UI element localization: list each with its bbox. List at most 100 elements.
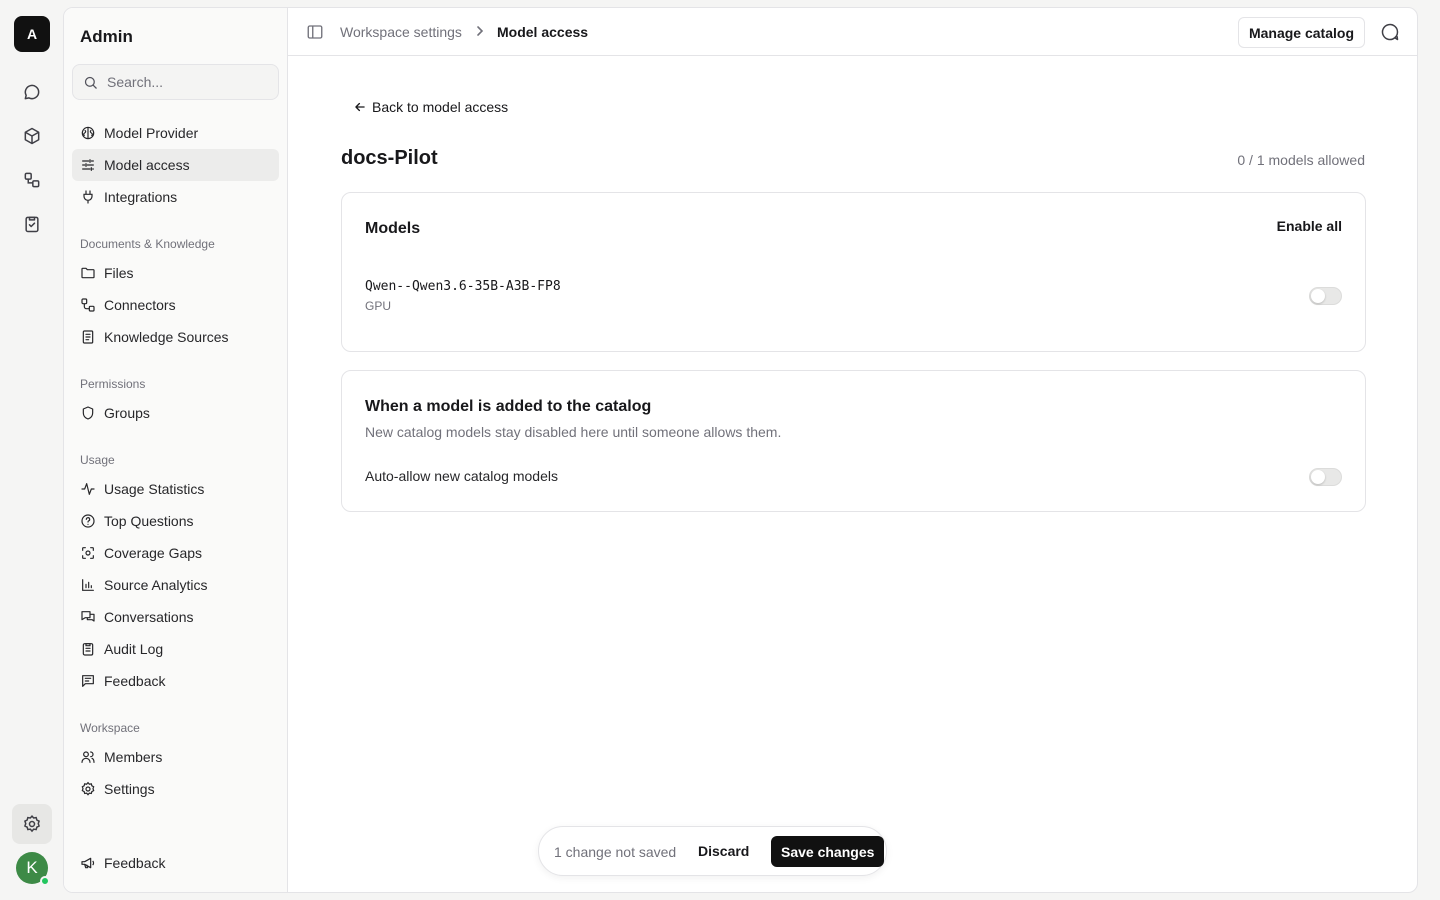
chevron-right-icon	[477, 26, 484, 36]
sidebar-item-groups[interactable]: Groups	[72, 397, 279, 429]
section-title-workspace: Workspace	[80, 721, 140, 735]
chat-icon	[24, 84, 40, 100]
workspace-logo[interactable]: A	[14, 16, 50, 52]
folder-icon	[81, 267, 95, 279]
sidebar-item-files[interactable]: Files	[72, 257, 279, 289]
catalog-heading: When a model is added to the catalog	[365, 398, 652, 415]
allowed-count: 0 / 1 models allowed	[1237, 152, 1365, 168]
plug-icon	[83, 190, 93, 204]
breadcrumb-model-access: Model access	[497, 24, 589, 40]
section-title-documents: Documents & Knowledge	[80, 237, 215, 251]
sidebar-item-coverage-gaps[interactable]: Coverage Gaps	[72, 537, 279, 569]
catalog-card: When a model is added to the catalog New…	[341, 370, 1366, 512]
megaphone-icon	[81, 857, 95, 869]
sidebar-item-label: Conversations	[104, 609, 194, 625]
auto-allow-label: Auto-allow new catalog models	[365, 468, 558, 484]
bar-chart-icon	[82, 579, 94, 591]
scan-icon	[82, 547, 94, 559]
sidebar-item-audit-log[interactable]: Audit Log	[72, 633, 279, 665]
chat-nav-button[interactable]	[12, 72, 52, 112]
online-status-dot	[40, 876, 50, 886]
sliders-icon	[82, 159, 94, 171]
box-icon	[24, 127, 40, 145]
sidebar-item-members[interactable]: Members	[72, 741, 279, 773]
sidebar-item-label: Integrations	[104, 189, 178, 205]
models-heading: Models	[365, 220, 421, 237]
sidebar-item-integrations[interactable]: Integrations	[72, 181, 279, 213]
workflow-nav-button[interactable]	[12, 160, 52, 200]
gear-icon	[23, 814, 41, 833]
sidebar-footer-feedback[interactable]: Feedback	[72, 847, 279, 879]
sidebar-item-label: Source Analytics	[104, 577, 208, 593]
sidebar-item-source-analytics[interactable]: Source Analytics	[72, 569, 279, 601]
settings-icon	[81, 781, 95, 796]
book-icon	[82, 330, 94, 344]
model-type: GPU	[365, 299, 392, 313]
model-name: Qwen--Qwen3.6-35B-A3B-FP8	[365, 279, 561, 294]
sidebar-item-label: Settings	[104, 781, 155, 797]
sidebar-item-label: Knowledge Sources	[104, 329, 229, 345]
chat-bubble-icon[interactable]	[1380, 22, 1400, 42]
sidebar-item-usage-statistics[interactable]: Usage Statistics	[72, 473, 279, 505]
app-rail: A K	[0, 0, 64, 900]
clipboard-check-icon	[25, 216, 39, 233]
models-card: Models Enable all Qwen--Qwen3.6-35B-A3B-…	[341, 192, 1366, 352]
settings-nav-button[interactable]	[12, 804, 52, 844]
arrow-left-icon	[355, 102, 365, 112]
section-title-usage: Usage	[80, 453, 115, 467]
search-icon	[84, 76, 97, 89]
shield-icon	[82, 406, 94, 420]
messages-icon	[81, 611, 95, 622]
sidebar-item-label: Feedback	[104, 855, 166, 871]
sidebar-item-connectors[interactable]: Connectors	[72, 289, 279, 321]
user-avatar[interactable]: K	[16, 852, 50, 886]
model-toggle[interactable]	[1309, 287, 1342, 305]
sidebar-title: Admin	[80, 27, 133, 46]
manage-catalog-button[interactable]: Manage catalog	[1237, 17, 1365, 48]
catalog-description: New catalog models stay disabled here un…	[365, 424, 782, 440]
top-bar: Workspace settings Model access Manage c…	[288, 8, 1417, 56]
sidebar-item-conversations[interactable]: Conversations	[72, 601, 279, 633]
enable-all-button[interactable]: Enable all	[1277, 218, 1342, 234]
back-link-label: Back to model access	[372, 99, 509, 115]
brain-icon	[81, 126, 95, 140]
sidebar-item-label: Groups	[104, 405, 150, 421]
workflow-icon	[24, 172, 40, 188]
message-square-icon	[82, 675, 94, 687]
sidebar-item-label: Connectors	[104, 297, 176, 313]
sidebar-search[interactable]	[72, 64, 279, 100]
sidebar-item-label: Model Provider	[104, 125, 199, 141]
sidebar-item-label: Files	[104, 265, 134, 281]
activity-icon	[81, 483, 95, 495]
discard-button[interactable]: Discard	[698, 843, 749, 859]
clipboard-list-icon	[82, 643, 94, 656]
box-nav-button[interactable]	[12, 116, 52, 156]
admin-sidebar: Admin Model Provider Model access Integr…	[64, 8, 288, 892]
search-input[interactable]	[107, 74, 267, 90]
sidebar-item-model-provider[interactable]: Model Provider	[72, 117, 279, 149]
help-circle-icon	[81, 514, 95, 528]
back-to-model-access-link[interactable]: Back to model access	[353, 99, 508, 115]
sidebar-item-top-questions[interactable]: Top Questions	[72, 505, 279, 537]
sidebar-item-knowledge-sources[interactable]: Knowledge Sources	[72, 321, 279, 353]
breadcrumb-workspace-settings[interactable]: Workspace settings	[340, 24, 462, 40]
unsaved-status: 1 change not saved	[554, 844, 677, 860]
sidebar-item-model-access[interactable]: Model access	[72, 149, 279, 181]
unsaved-changes-bar: 1 change not saved Discard Save changes	[538, 826, 887, 876]
page-title: docs-Pilot	[341, 147, 438, 169]
save-changes-button[interactable]: Save changes	[771, 836, 885, 867]
sidebar-item-label: Usage Statistics	[104, 481, 205, 497]
sidebar-toggle-icon[interactable]	[306, 23, 324, 41]
sidebar-item-label: Members	[104, 749, 163, 765]
section-title-permissions: Permissions	[80, 377, 146, 391]
sidebar-item-label: Model access	[104, 157, 190, 173]
avatar-initial: K	[26, 858, 38, 877]
sidebar-item-settings[interactable]: Settings	[72, 773, 279, 805]
connector-icon	[81, 298, 95, 312]
auto-allow-toggle[interactable]	[1309, 468, 1342, 486]
sidebar-item-feedback[interactable]: Feedback	[72, 665, 279, 697]
sidebar-item-label: Top Questions	[104, 513, 194, 529]
users-icon	[81, 751, 95, 763]
tasks-nav-button[interactable]	[12, 204, 52, 244]
sidebar-item-label: Audit Log	[104, 641, 164, 657]
